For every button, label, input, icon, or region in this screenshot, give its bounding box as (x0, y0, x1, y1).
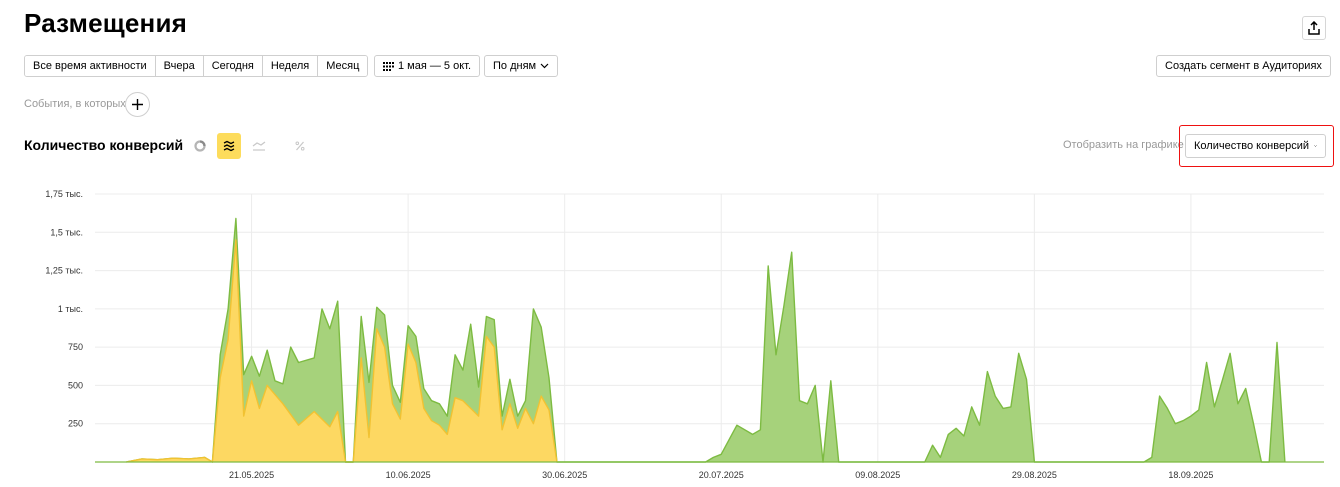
export-button[interactable] (1302, 16, 1326, 40)
tab-today[interactable]: Сегодня (203, 56, 263, 76)
x-tick-label: 10.06.2025 (386, 470, 431, 480)
chart-title: Количество конверсий (24, 137, 184, 153)
date-range-label: 1 мая — 5 окт. (398, 60, 472, 72)
share-upload-icon (1308, 21, 1320, 35)
display-metric-value: Количество конверсий (1194, 140, 1310, 152)
tab-all-time[interactable]: Все время активности (25, 56, 156, 76)
conversions-chart: 250 500 750 1 тыс. 1,25 тыс. 1,5 тыс. 1,75 тыс… (45, 189, 1324, 480)
chevron-down-icon (1314, 145, 1317, 147)
y-tick-label: 500 (68, 380, 83, 390)
display-metric-select[interactable]: Количество конверсий (1185, 134, 1326, 158)
stacked-area-icon (223, 140, 235, 152)
chevron-down-icon (540, 63, 549, 69)
x-axis: 21.05.2025 10.06.2025 30.06.2025 20.07.2025… (229, 470, 1213, 480)
tab-yesterday[interactable]: Вчера (155, 56, 204, 76)
display-on-chart-label: Отобразить на графике (1063, 139, 1184, 151)
x-tick-label: 09.08.2025 (855, 470, 900, 480)
y-tick-label: 1,5 тыс. (50, 227, 83, 237)
pie-chart-icon (194, 140, 206, 152)
x-tick-label: 20.07.2025 (699, 470, 744, 480)
y-tick-label: 1,25 тыс. (45, 266, 83, 276)
percent-tool[interactable] (288, 133, 312, 159)
page-title: Размещения (24, 8, 188, 38)
y-tick-label: 250 (68, 419, 83, 429)
y-tick-label: 750 (68, 342, 83, 352)
stacked-area-tool[interactable] (217, 133, 241, 159)
tab-week[interactable]: Неделя (262, 56, 319, 76)
pie-chart-tool[interactable] (188, 133, 212, 159)
calendar-grid-icon (383, 61, 394, 71)
y-tick-label: 1,75 тыс. (45, 189, 83, 199)
line-chart-tool[interactable] (247, 133, 271, 159)
period-tabs: Все время активности Вчера Сегодня Недел… (24, 55, 369, 77)
tab-month[interactable]: Месяц (318, 56, 368, 76)
x-tick-label: 30.06.2025 (542, 470, 587, 480)
y-tick-label: 1 тыс. (58, 304, 83, 314)
events-filter-label: События, в которых (24, 98, 126, 110)
x-tick-label: 18.09.2025 (1168, 470, 1213, 480)
line-chart-icon (252, 141, 266, 151)
percent-icon (295, 141, 305, 151)
y-axis: 250 500 750 1 тыс. 1,25 тыс. 1,5 тыс. 1,75 тыс… (45, 189, 83, 429)
add-event-button[interactable] (125, 92, 150, 117)
plus-icon (132, 99, 143, 110)
grouping-label: По дням (493, 60, 537, 72)
x-tick-label: 21.05.2025 (229, 470, 274, 480)
date-range-button[interactable]: 1 мая — 5 окт. (374, 55, 481, 77)
grouping-select[interactable]: По дням (484, 55, 559, 77)
chart-areas (95, 217, 1324, 463)
create-segment-button[interactable]: Создать сегмент в Аудиториях (1156, 55, 1331, 77)
x-tick-label: 29.08.2025 (1012, 470, 1057, 480)
